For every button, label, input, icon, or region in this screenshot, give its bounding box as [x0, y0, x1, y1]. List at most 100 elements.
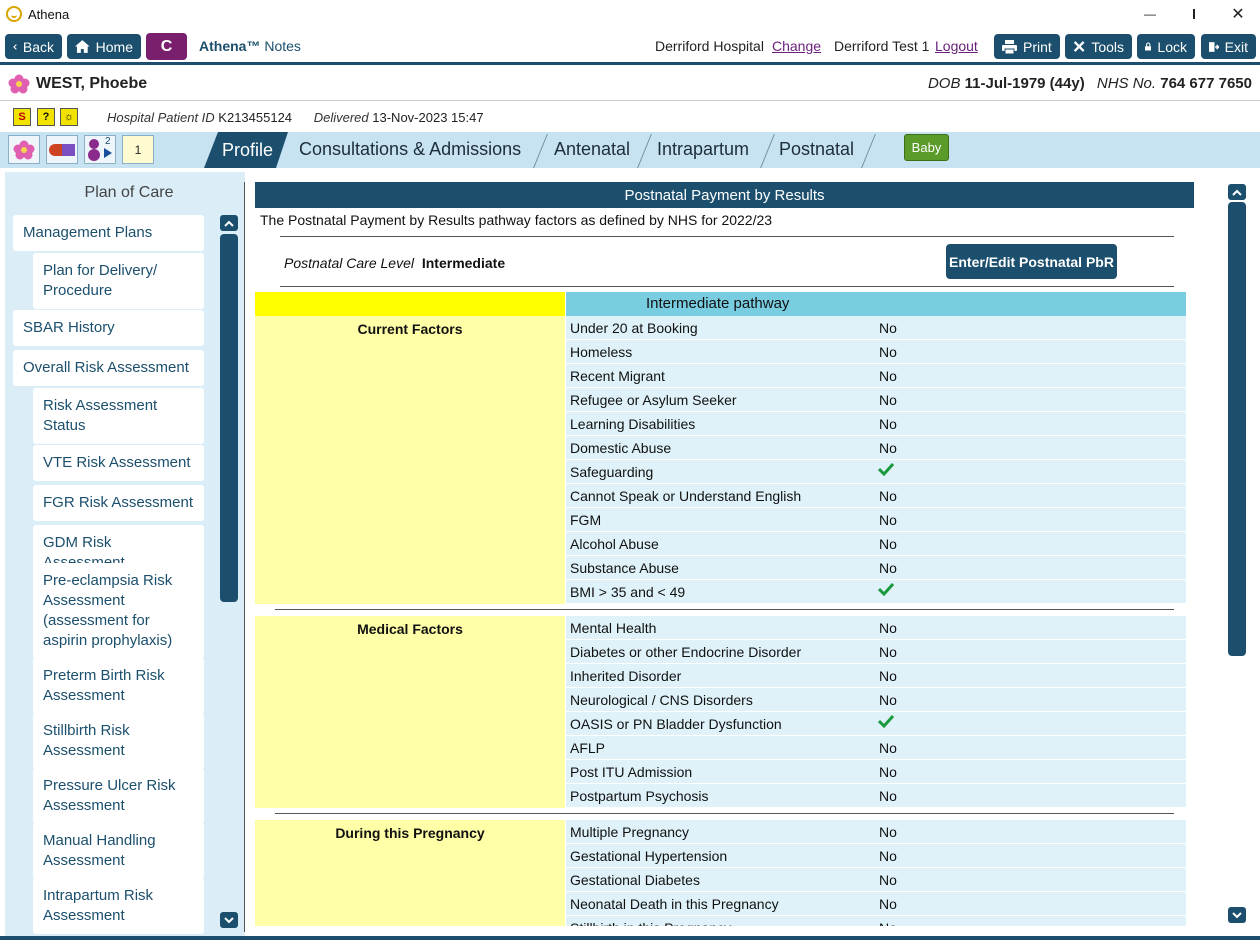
- checkmark-icon: [878, 462, 894, 476]
- factor-row: Diabetes or other Endocrine Disorder No: [566, 640, 1186, 663]
- divider-line: [280, 286, 1174, 287]
- sidebar-item-pressure-ulcer-risk[interactable]: Pressure Ulcer Risk Assessment: [33, 768, 204, 824]
- sidebar-item-overall-risk[interactable]: Overall Risk Assessment: [13, 350, 204, 386]
- safeguarding-s-icon[interactable]: S: [13, 108, 31, 126]
- back-label: Back: [22, 38, 54, 55]
- main-scroll-down-icon[interactable]: [1228, 907, 1246, 923]
- section-divider: [275, 813, 1174, 814]
- sidebar-item-management-plans[interactable]: Management Plans: [13, 215, 204, 251]
- sidebar-title: Plan of Care: [84, 184, 174, 201]
- factor-name: Gestational Hypertension: [570, 848, 728, 864]
- print-button[interactable]: Print: [994, 34, 1060, 59]
- sidebar-scroll-down-icon[interactable]: [220, 912, 238, 928]
- factor-name: Alcohol Abuse: [570, 536, 659, 552]
- factor-row: OASIS or PN Bladder Dysfunction: [566, 712, 1186, 735]
- minimize-icon[interactable]: —: [1128, 0, 1172, 28]
- factor-row: Post ITU Admission No: [566, 760, 1186, 783]
- factor-name: AFLP: [570, 740, 606, 756]
- factor-name: Recent Migrant: [570, 368, 665, 384]
- tools-button[interactable]: Tools: [1065, 34, 1132, 59]
- sidebar-item-vte-risk[interactable]: VTE Risk Assessment: [33, 445, 204, 481]
- factor-row: Recent Migrant No: [566, 364, 1186, 387]
- factor-row: Alcohol Abuse No: [566, 532, 1186, 555]
- main-toolbar: Back Home C Athena™ Notes Derriford Hosp…: [0, 28, 1260, 65]
- sidebar-item-plan-for-delivery[interactable]: Plan for Delivery/ Procedure: [33, 253, 204, 309]
- user-name: Derriford Test 1: [834, 38, 930, 54]
- exit-button[interactable]: Exit: [1201, 34, 1256, 59]
- factor-value: No: [879, 512, 897, 528]
- sidebar-item-preterm-birth-risk[interactable]: Preterm Birth Risk Assessment: [33, 658, 204, 714]
- plan-of-care-sidebar: Plan of Care Management Plans Plan for D…: [5, 172, 245, 936]
- factor-column-header: [255, 292, 565, 316]
- alert-sun-icon[interactable]: ☼: [60, 108, 78, 126]
- back-button[interactable]: Back: [5, 34, 62, 59]
- patient-name: WEST, Phoebe: [36, 75, 148, 92]
- sidebar-item-manual-handling[interactable]: Manual Handling Assessment: [33, 823, 204, 879]
- window-title: Athena: [28, 6, 70, 22]
- sidebar-item-pre-eclampsia-risk[interactable]: Pre-eclampsia Risk Assessment (assessmen…: [33, 563, 204, 659]
- tools-icon: [1073, 41, 1085, 52]
- mother-baby-icon[interactable]: 2: [84, 135, 116, 164]
- change-hospital-link[interactable]: Change: [772, 38, 821, 54]
- factor-row: Domestic Abuse No: [566, 436, 1186, 459]
- sidebar-item-risk-assessment-status[interactable]: Risk Assessment Status: [33, 388, 204, 444]
- factor-row: Neonatal Death in this Pregnancy No: [566, 892, 1186, 915]
- factor-row: Inherited Disorder No: [566, 664, 1186, 687]
- section-label-cell: [255, 316, 565, 604]
- tab-separator: [760, 134, 775, 168]
- sidebar-scrollbar-thumb[interactable]: [220, 234, 238, 602]
- checkmark-icon: [878, 714, 894, 728]
- sidebar-item-fgr-risk[interactable]: FGR Risk Assessment: [33, 485, 204, 521]
- sidebar-scroll-up-icon[interactable]: [220, 215, 238, 231]
- main-scroll-up-icon[interactable]: [1228, 184, 1246, 200]
- tab-separator: [637, 134, 652, 168]
- factor-value: No: [879, 620, 897, 636]
- logout-link[interactable]: Logout: [935, 38, 978, 54]
- brand-suffix: Notes: [264, 38, 301, 54]
- factor-row: Learning Disabilities No: [566, 412, 1186, 435]
- section-label: Medical Factors: [357, 621, 463, 637]
- care-level: Postnatal Care Level Intermediate: [284, 255, 505, 271]
- dob-value: 11-Jul-1979 (44y): [964, 75, 1085, 92]
- section-label: Current Factors: [357, 321, 463, 337]
- printer-icon: [1002, 39, 1017, 54]
- sidebar-item-stillbirth-risk[interactable]: Stillbirth Risk Assessment: [33, 713, 204, 769]
- tab-postnatal[interactable]: Postnatal: [779, 139, 854, 160]
- calendar-icon[interactable]: 1: [122, 135, 154, 164]
- dob-label: DOB: [927, 75, 961, 92]
- tab-bar: 2 1 Profile Consultations & Admissions A…: [0, 132, 1260, 168]
- lock-button[interactable]: Lock: [1137, 34, 1195, 59]
- exit-door-icon: [1209, 41, 1219, 52]
- section-label-cell: [255, 616, 565, 808]
- enter-edit-postnatal-pbr-button[interactable]: Enter/Edit Postnatal PbR: [946, 244, 1117, 279]
- exit-label: Exit: [1224, 38, 1248, 55]
- panel-header: Postnatal Payment by Results: [255, 182, 1194, 208]
- tab-intrapartum[interactable]: Intrapartum: [657, 139, 749, 160]
- factor-row: Cannot Speak or Understand English No: [566, 484, 1186, 507]
- baby-button[interactable]: Baby: [904, 134, 949, 161]
- factor-name: Diabetes or other Endocrine Disorder: [570, 644, 802, 660]
- flower-tab-icon[interactable]: [8, 135, 40, 164]
- factor-row: Stillbirth in this Pregnancy No: [566, 916, 1186, 926]
- factor-row: Under 20 at Booking No: [566, 316, 1186, 339]
- pill-icon: [49, 143, 75, 156]
- c-button[interactable]: C: [146, 33, 187, 60]
- help-question-icon[interactable]: ?: [37, 108, 55, 126]
- home-button[interactable]: Home: [67, 34, 141, 59]
- factor-value: No: [879, 848, 897, 864]
- medication-pill-icon[interactable]: [46, 135, 78, 164]
- patient-id-bar: S ? ☼ Hospital Patient ID K213455124 Del…: [0, 104, 1260, 132]
- flower-icon: [8, 74, 30, 94]
- factor-value: No: [879, 440, 897, 456]
- sidebar-item-sbar-history[interactable]: SBAR History: [13, 310, 204, 346]
- sidebar-item-intrapartum-risk[interactable]: Intrapartum Risk Assessment: [33, 878, 204, 934]
- factor-value: No: [879, 344, 897, 360]
- tab-consultations[interactable]: Consultations & Admissions: [299, 139, 521, 160]
- close-icon[interactable]: ✕: [1216, 0, 1260, 28]
- lock-label: Lock: [1157, 38, 1187, 55]
- sidebar-divider: [244, 182, 245, 932]
- factor-value: No: [879, 824, 897, 840]
- main-scrollbar-thumb[interactable]: [1228, 202, 1246, 656]
- tab-antenatal[interactable]: Antenatal: [554, 139, 630, 160]
- tab-profile[interactable]: Profile: [204, 132, 288, 168]
